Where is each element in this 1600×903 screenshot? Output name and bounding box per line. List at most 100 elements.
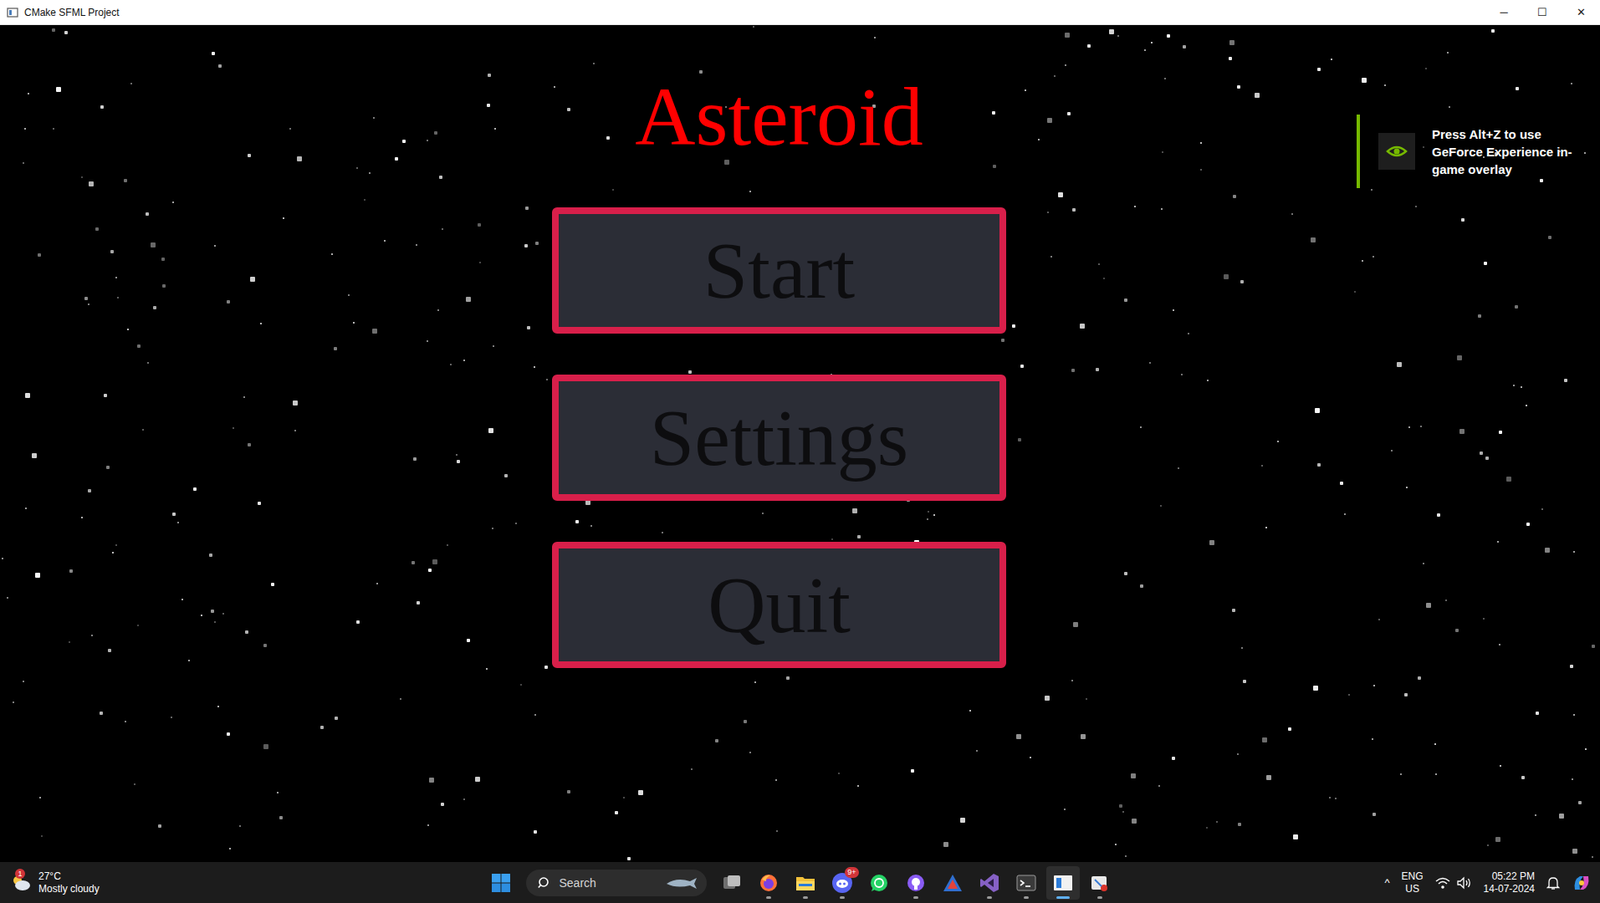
search-icon: [537, 876, 552, 890]
taskbar-app[interactable]: [972, 866, 1007, 900]
firefox-icon: [758, 873, 779, 894]
star: [838, 772, 840, 775]
star: [1373, 684, 1376, 687]
star: [356, 167, 358, 169]
star: [1497, 541, 1499, 543]
star: [1017, 438, 1022, 442]
star: [857, 785, 859, 788]
star: [1371, 738, 1374, 741]
star: [1477, 314, 1482, 318]
star: [115, 276, 118, 279]
star: [1330, 58, 1333, 61]
star: [145, 212, 149, 216]
star: [1370, 189, 1373, 191]
star: [1050, 255, 1053, 258]
bell-icon[interactable]: [1546, 875, 1560, 891]
running-indicator: [913, 896, 919, 900]
star: [491, 527, 494, 530]
taskbar-app[interactable]: [862, 866, 896, 900]
star: [270, 582, 275, 587]
taskbar-app[interactable]: [899, 866, 933, 900]
star: [172, 201, 174, 204]
menu-button[interactable]: Quit: [552, 541, 1007, 669]
star: [1024, 89, 1027, 92]
star: [222, 613, 225, 615]
star: [39, 797, 41, 799]
copilot-icon[interactable]: [1571, 873, 1592, 894]
star: [544, 665, 548, 670]
star: [292, 400, 298, 406]
show-hidden-icons[interactable]: ^: [1384, 876, 1390, 890]
star: [910, 769, 915, 773]
star: [1098, 263, 1100, 266]
star: [1053, 75, 1056, 77]
taskbar-app[interactable]: [935, 866, 970, 900]
taskbar-app[interactable]: [788, 866, 823, 900]
notification-text: Press Alt+Z to use GeForce Experience in…: [1431, 125, 1600, 179]
star: [214, 245, 216, 247]
star: [1404, 693, 1408, 697]
star: [1534, 814, 1537, 817]
taskbar-app[interactable]: 9+: [825, 866, 859, 900]
star: [124, 720, 127, 723]
star: [1570, 82, 1573, 85]
star: [37, 253, 41, 257]
menu-button[interactable]: Settings: [552, 374, 1007, 501]
github-icon: [905, 873, 926, 894]
app-icon: [6, 6, 19, 19]
window-control[interactable]: ─: [1484, 0, 1524, 25]
star: [1559, 813, 1565, 819]
star: [1149, 362, 1151, 364]
star: [158, 824, 162, 829]
star: [1242, 679, 1247, 684]
star: [486, 103, 491, 108]
star: [874, 36, 876, 39]
star: [416, 601, 420, 605]
taskbar-app[interactable]: [1083, 866, 1117, 900]
search-box[interactable]: Search: [526, 869, 707, 897]
window-control[interactable]: ✕: [1561, 0, 1600, 25]
star: [91, 634, 93, 637]
clock[interactable]: 05:22 PM 14-07-2024: [1483, 870, 1535, 896]
star: [927, 511, 930, 513]
star: [103, 393, 108, 398]
star: [475, 776, 481, 783]
star: [347, 294, 350, 297]
taskbar-app[interactable]: [1009, 866, 1043, 900]
star: [520, 684, 522, 686]
star: [1161, 151, 1164, 154]
star: [1073, 622, 1079, 628]
star: [1029, 756, 1032, 759]
title-bar: CMake SFML Project ─☐✕: [0, 0, 1600, 26]
star: [1064, 64, 1067, 67]
star: [427, 824, 430, 827]
start-button[interactable]: [484, 866, 518, 900]
star: [107, 649, 112, 653]
menu-button[interactable]: Start: [552, 207, 1007, 334]
star: [1109, 29, 1115, 35]
star: [440, 802, 445, 807]
language-indicator[interactable]: ENG US: [1401, 870, 1424, 896]
taskbar-app[interactable]: [715, 866, 749, 900]
star: [449, 363, 452, 366]
star: [1422, 146, 1425, 149]
star: [1231, 608, 1236, 613]
star: [1158, 785, 1161, 788]
star: [1482, 618, 1485, 620]
taskbar-app[interactable]: [751, 866, 786, 900]
star: [466, 638, 471, 643]
star: [142, 429, 144, 431]
window-control[interactable]: ☐: [1523, 0, 1562, 25]
star: [245, 630, 249, 634]
star: [969, 710, 972, 712]
taskbar-app[interactable]: [1046, 866, 1080, 900]
star: [1200, 168, 1202, 171]
star: [1329, 797, 1331, 799]
star: [776, 830, 778, 833]
star: [428, 568, 432, 573]
triangle-app-icon: [942, 874, 963, 893]
star: [715, 739, 719, 743]
system-icons[interactable]: [1435, 876, 1473, 890]
star: [150, 242, 156, 248]
weather-widget[interactable]: 1 27°C Mostly cloudy: [10, 870, 100, 896]
